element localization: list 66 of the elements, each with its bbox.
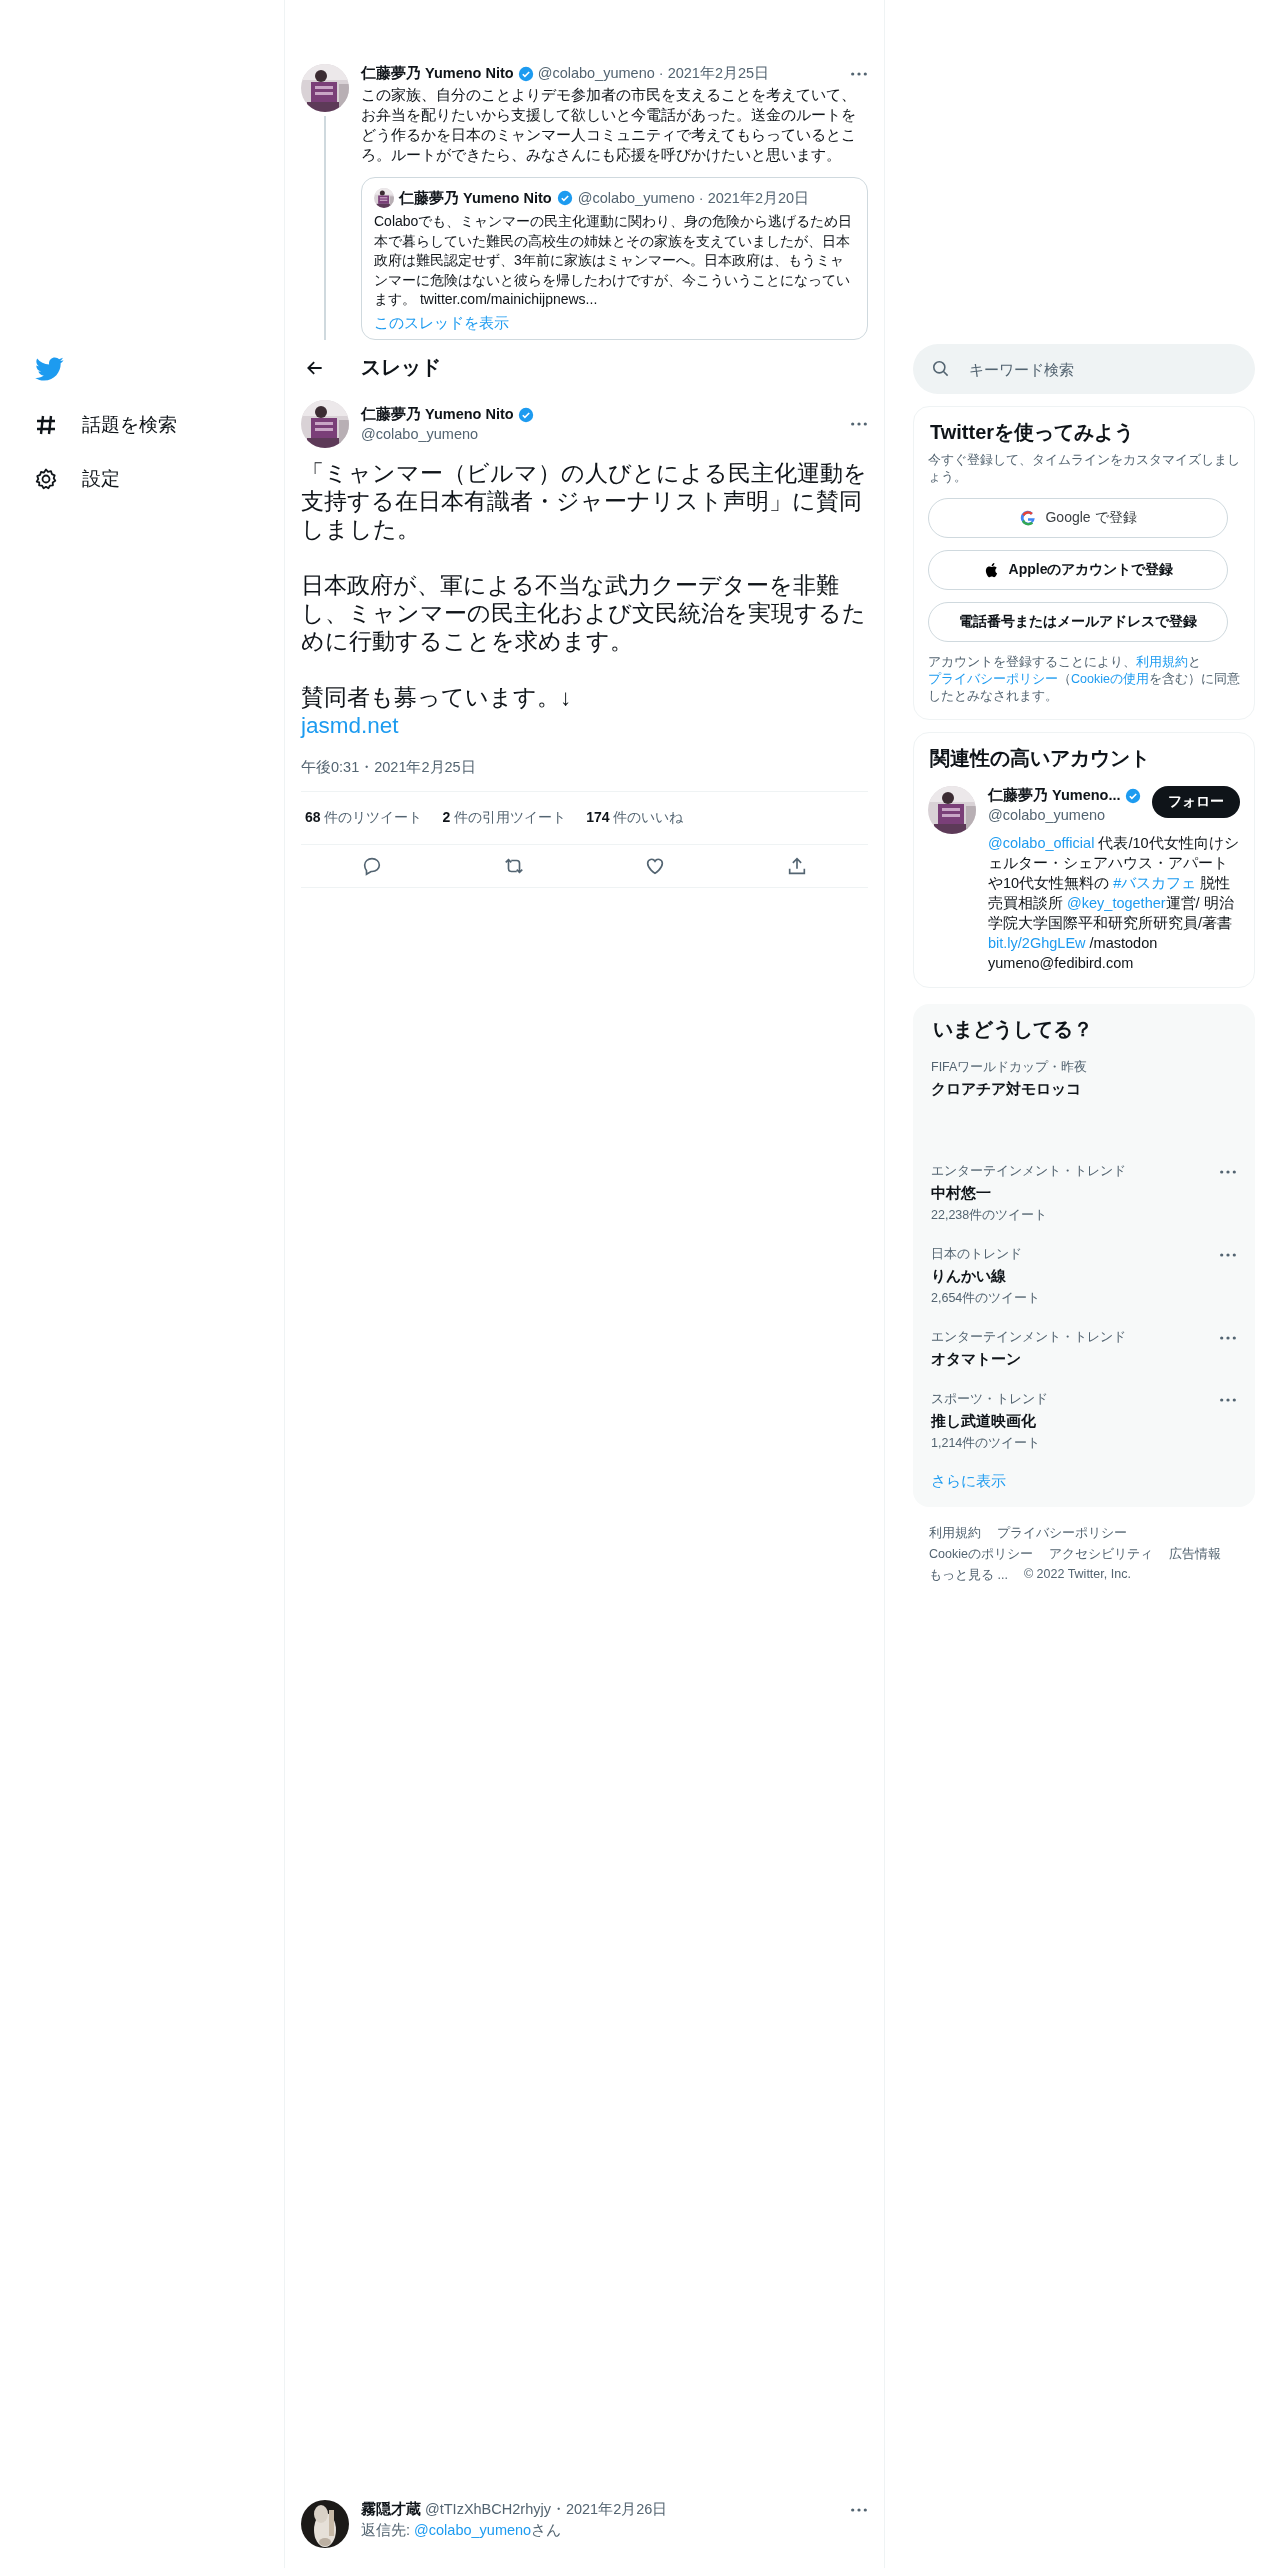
more-icon[interactable]: [850, 420, 868, 427]
hashtag-icon: [34, 413, 58, 437]
footer-link[interactable]: Cookieのポリシー: [929, 1546, 1033, 1563]
copyright-text: © 2022 Twitter, Inc.: [1023, 1567, 1131, 1583]
trend-title[interactable]: オタマトーン: [931, 1350, 1126, 1369]
header-title: スレッド: [361, 355, 441, 380]
tweet-count: 2,654件のツイート: [931, 1290, 1041, 1307]
tweet-meta: @tTIzXhBCH2rhyjy・2021年2月26日: [425, 2500, 668, 2519]
author-handle: @colabo_yumeno: [361, 426, 480, 442]
tweet-meta: @colabo_yumeno · 2021年2月20日: [577, 188, 810, 208]
more-icon[interactable]: [1219, 1252, 1237, 1258]
search-icon: [931, 359, 950, 378]
signup-button[interactable]: Appleのアカウントで登録: [928, 550, 1228, 590]
more-icon[interactable]: [1219, 1335, 1237, 1341]
legal-text: アカウントを登録することにより、利用規約 と プライバシーポリシー（Cookieの使用を含む）に同意したとみなされます。: [928, 654, 1240, 705]
follow-button[interactable]: フォロー: [1152, 786, 1240, 818]
footer-link[interactable]: アクセシビリティ: [1048, 1546, 1153, 1563]
nav-item[interactable]: 話題を検索: [34, 412, 284, 438]
author-name[interactable]: 仁藤夢乃 Yumeno Nito: [361, 64, 514, 83]
signup-button[interactable]: Google で登録: [928, 498, 1228, 538]
trend-context: スポーツ・トレンド: [931, 1391, 1048, 1408]
tweet-count: 22,238件のツイート: [931, 1207, 1049, 1224]
trend-context: 日本のトレンド: [931, 1246, 1023, 1263]
author-name[interactable]: 霧隠才蔵: [361, 2500, 421, 2519]
tweet-time[interactable]: 午後0:31・2021年2月25日: [301, 757, 868, 777]
trend-title[interactable]: りんかい線: [931, 1267, 1041, 1286]
settings-icon: [34, 467, 58, 491]
trend-title[interactable]: 中村悠一: [931, 1184, 1126, 1203]
more-icon[interactable]: [850, 2506, 868, 2513]
author-name[interactable]: 仁藤夢乃 Yumeno Nito: [361, 405, 514, 424]
stat-link[interactable]: 174 件のいいね: [586, 808, 684, 827]
panel-title: いまどうしてる？: [933, 1017, 1094, 1042]
quote-text: Colaboでも、ミャンマーの民主化運動に関わり、身の危険から逃げるため日本で暮らしていた難民の高校生の姉妹とその家族を支えていましたが、日本政府は難民認定せず、3年前に家族はミャンマーへ。日本政府は、もうミャンマーに危険はないと彼らを帰したわけですが、今こういうことになっています。 twitter.com/mainichijpnews...: [374, 212, 854, 309]
tweet-meta: @colabo_yumeno · 2021年2月25日: [537, 64, 770, 83]
author-name: 仁藤夢乃 Yumeno Nito: [399, 188, 552, 208]
signup-button[interactable]: 電話番号またはメールアドレスで登録: [928, 602, 1228, 642]
footer-link[interactable]: 利用規約: [929, 1525, 981, 1542]
card-title: Twitterを使ってみよう: [930, 420, 1136, 445]
account-bio: @colabo_official 代表/10代女性向けシェルター・シェアハウス・アパートや10代女性無料の #バスカフェ 脱性売買相談所 @key_together運営/ 明治学院大学国際平和研究所研究員/著書 bit.ly/2GhgLEw /mastodon yumeno@fedibird.com: [988, 834, 1240, 973]
footer-link[interactable]: プライバシーポリシー: [997, 1525, 1127, 1542]
trend-title[interactable]: クロアチア対モロッコ: [931, 1080, 1088, 1099]
tweet-text: この家族、自分のことよりデモ参加者の市民を支えることを考えていて、お弁当を配りたいから支援して欲しいと今電話があった。送金のルートをどう作るかを日本のミャンマー人コミュニティで考えてもらっているところ。ルートができたら、みなさんにも応援を呼びかけたいと思います。: [361, 86, 857, 165]
footer-link[interactable]: 広告情報: [1168, 1546, 1221, 1563]
trend-context: エンターテインメント・トレンド: [931, 1329, 1126, 1346]
trend-context: FIFAワールドカップ・昨夜: [931, 1059, 1088, 1076]
trend-context: エンターテインメント・トレンド: [931, 1163, 1126, 1180]
more-icon[interactable]: [850, 70, 868, 77]
search-field[interactable]: キーワード検索: [913, 344, 1255, 394]
more-icon[interactable]: [1219, 1169, 1237, 1175]
nav-item[interactable]: 設定: [34, 466, 284, 492]
tweet-count: 1,214件のツイート: [931, 1435, 1042, 1452]
quoted-tweet[interactable]: [361, 177, 868, 340]
card-title: 関連性の高いアカウント: [930, 746, 1151, 771]
footer-link[interactable]: もっと見る ...: [929, 1567, 1008, 1584]
account-handle: @colabo_yumeno: [988, 807, 1107, 823]
stat-link[interactable]: 2 件の引用ツイート: [442, 808, 567, 827]
stat-link[interactable]: 68 件のリツイート: [305, 808, 423, 827]
tweet-paragraph: 「ミャンマー（ビルマ）の人びとによる民主化運動を支持する在日本有識者・ジャーナリスト声明」に賛同しました。: [301, 459, 868, 544]
tweet-paragraph: 日本政府が、軍による不当な武力クーデターを非難し、ミャンマーの民主化および文民統治を実現するために行動することを求めます。: [301, 571, 867, 656]
google-g-icon: [1019, 509, 1038, 527]
tweet-paragraph: 賛同者も募っています。↓: [301, 683, 573, 712]
trend-title[interactable]: 推し武道映画化: [931, 1412, 1048, 1431]
reply-to-text: 返信先: @colabo_yumenoさん: [361, 2521, 563, 2540]
card-subtitle: 今すぐ登録して、タイムラインをカスタマイズしましょう。: [928, 452, 1240, 486]
more-icon[interactable]: [1219, 1397, 1237, 1403]
account-name[interactable]: 仁藤夢乃 Yumeno...: [988, 786, 1121, 805]
